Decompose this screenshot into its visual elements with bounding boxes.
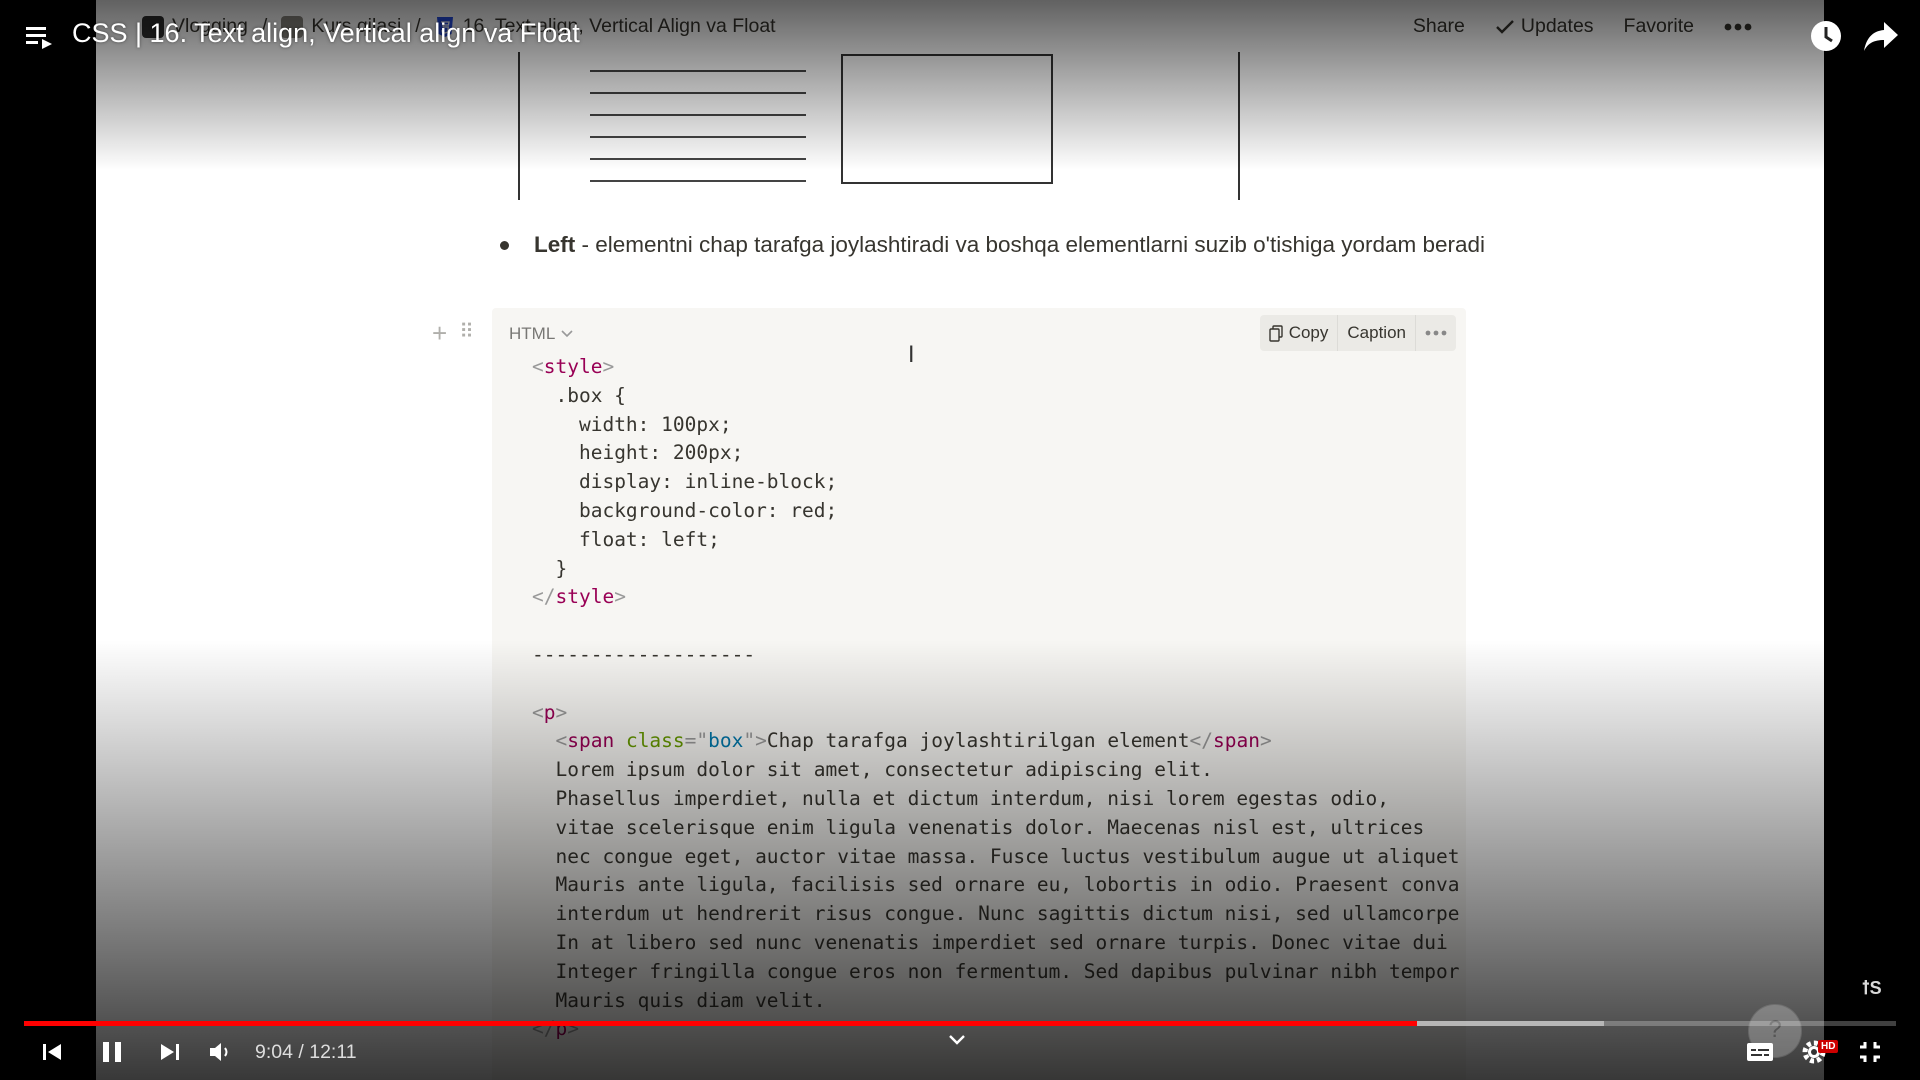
video-title[interactable]: CSS | 16. Text align, Vertical align va … <box>72 18 580 49</box>
code-more-button[interactable] <box>1416 315 1456 351</box>
text-line <box>590 158 806 160</box>
code-language-select[interactable]: HTML <box>509 324 573 344</box>
text-line <box>590 180 806 182</box>
lorem-line: Phasellus imperdiet, nulla et dictum int… <box>555 786 1390 810</box>
next-icon[interactable] <box>152 1034 188 1070</box>
previous-icon[interactable] <box>34 1034 70 1070</box>
copy-icon <box>1269 324 1283 342</box>
copy-button[interactable]: Copy <box>1260 315 1339 351</box>
playlist-icon[interactable] <box>24 21 54 51</box>
bullet-dot <box>500 241 509 250</box>
video-frame[interactable]: Vlogging / Kurs qilasi / 16. Text-align,… <box>0 0 1920 1080</box>
floated-box <box>841 54 1053 184</box>
figure-left-border <box>518 52 520 200</box>
css-prop: height: 200px; <box>578 441 744 465</box>
lorem-line: vitae scelerisque enim ligula venenatis … <box>555 815 1425 839</box>
chevron-down-icon <box>561 330 573 338</box>
add-block-icon[interactable]: + <box>432 318 447 349</box>
code-divider: ------------------- <box>532 642 756 666</box>
player-top-bar: CSS | 16. Text align, Vertical align va … <box>0 0 1920 72</box>
watch-later-icon[interactable] <box>1808 18 1844 54</box>
block-handles: + ⠿ <box>432 318 474 349</box>
lorem-line: Mauris quis diam velit. <box>555 988 826 1012</box>
share-arrow-icon[interactable] <box>1862 18 1900 54</box>
css-prop: display: inline-block; <box>578 470 838 494</box>
more-icon <box>1425 330 1447 336</box>
exit-fullscreen-icon[interactable] <box>1852 1034 1888 1070</box>
lorem-line: In at libero sed nunc venenatis imperdie… <box>555 930 1448 954</box>
pause-icon[interactable] <box>94 1034 130 1070</box>
float-illustration <box>518 52 1240 200</box>
text-cursor-icon: I <box>908 343 915 368</box>
text-line <box>590 114 806 116</box>
lorem-line: Mauris ante ligula, facilisis sed ornare… <box>555 873 1460 897</box>
code-text: <style> .box { width: 100px; height: 200… <box>532 355 1460 1041</box>
notion-page: Vlogging / Kurs qilasi / 16. Text-align,… <box>96 0 1824 1080</box>
subtitles-icon[interactable] <box>1742 1034 1778 1070</box>
css-prop: background-color: red; <box>578 498 838 522</box>
time-display: 9:04 / 12:11 <box>255 1041 357 1063</box>
css-selector: .box { <box>555 383 626 407</box>
hd-badge: HD <box>1818 1040 1839 1053</box>
caption-button[interactable]: Caption <box>1338 315 1416 351</box>
css-prop: width: 100px; <box>578 412 732 436</box>
text-line <box>590 92 806 94</box>
code-toolbar: Copy Caption <box>1259 315 1456 351</box>
lorem-line: nec congue eget, auctor vitae massa. Fus… <box>555 844 1460 868</box>
lorem-line: Lorem ipsum dolor sit amet, consectetur … <box>555 758 1213 782</box>
text-line <box>590 136 806 138</box>
lorem-line: Integer fringilla congue eros non fermen… <box>555 959 1460 983</box>
drag-handle-icon[interactable]: ⠿ <box>459 318 474 349</box>
channel-watermark[interactable]: ꝉS <box>1862 978 1882 999</box>
code-block[interactable]: HTML Copy Caption <style> .box { width: … <box>492 308 1466 1080</box>
volume-icon[interactable] <box>202 1034 238 1070</box>
css-prop: float: left; <box>578 527 720 551</box>
figure-right-border <box>1238 52 1240 200</box>
bullet-text: Left - elementni chap tarafga joylashtir… <box>534 232 1486 257</box>
player-controls: 9:04 / 12:11 HD <box>0 1026 1920 1080</box>
chevron-down-icon[interactable] <box>948 1034 966 1046</box>
lorem-line: interdum ut hendrerit risus congue. Nunc… <box>555 902 1460 926</box>
